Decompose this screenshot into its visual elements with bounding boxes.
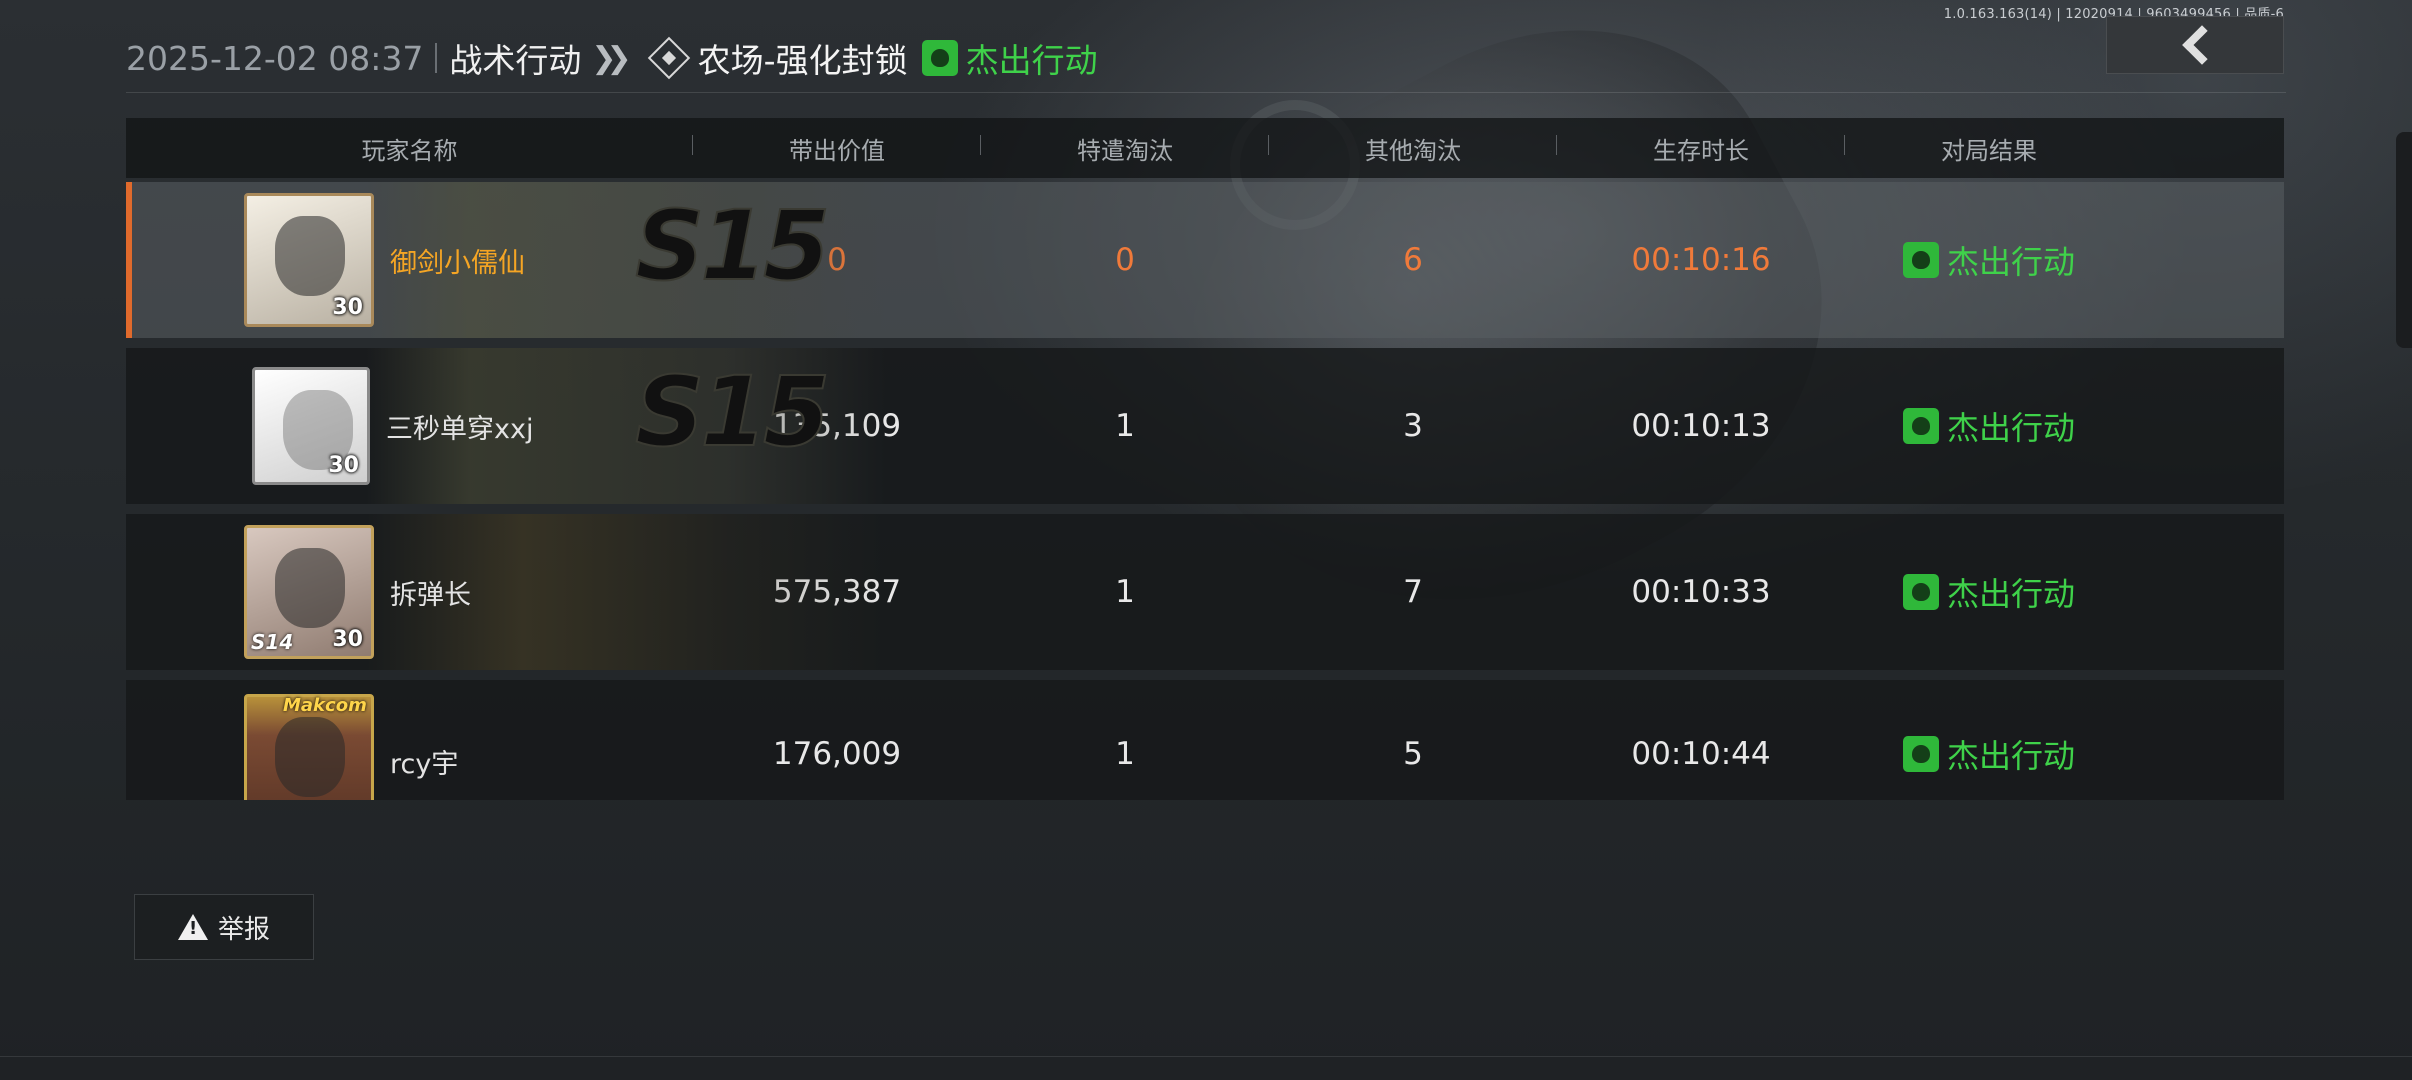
- match-result: 杰出行动: [965, 41, 1098, 80]
- player-cell: Makcom rcy宇: [126, 680, 693, 800]
- other-kills: 6: [1403, 242, 1423, 278]
- chevron-left-icon: [2182, 25, 2222, 65]
- extracted-value: 176,009: [772, 736, 902, 772]
- avatar-badge-text: Makcom: [283, 695, 367, 716]
- scoreboard-table: 玩家名称 带出价值 特遣淘汰 其他淘汰 生存时长 对局结果 S15 30 御剑小…: [126, 118, 2284, 800]
- match-datetime: 2025-12-02 08:37: [126, 38, 424, 78]
- player-name: 拆弹长: [390, 579, 471, 611]
- table-row[interactable]: S14 30 拆弹长 575,387 1 7 00:10:33 杰出行动: [126, 514, 2284, 670]
- back-button[interactable]: [2106, 16, 2284, 74]
- player-cell: S15 30 三秒单穿xxj: [126, 348, 886, 504]
- column-header-value: 带出价值: [693, 131, 981, 166]
- avatar[interactable]: 30: [244, 193, 374, 327]
- survival-time: 00:10:44: [1631, 736, 1771, 772]
- match-header: 2025-12-02 08:37 战术行动 ❯❯ 农场-强化封锁 杰出行动: [126, 32, 1098, 84]
- match-result-cell: 杰出行动: [1845, 569, 2133, 615]
- report-button[interactable]: 举报: [134, 894, 314, 960]
- flame-icon: [921, 40, 958, 76]
- survival-time: 00:10:33: [1631, 574, 1771, 610]
- other-kills: 7: [1403, 574, 1423, 610]
- player-result: 杰出行动: [1946, 409, 2075, 447]
- survival-time: 00:10:16: [1631, 242, 1771, 278]
- survival-time: 00:10:13: [1631, 408, 1771, 444]
- match-result-cell: 杰出行动: [1845, 731, 2133, 777]
- header-divider: [435, 43, 438, 73]
- player-result: 杰出行动: [1946, 737, 2075, 775]
- player-cell: S15 30 御剑小儒仙: [126, 182, 886, 338]
- player-level: 30: [332, 627, 363, 652]
- table-row[interactable]: S15 30 御剑小儒仙 0 0 6 00:10:16 杰出行动: [126, 182, 2284, 338]
- avatar[interactable]: S14 30: [244, 525, 374, 659]
- other-kills: 3: [1403, 408, 1423, 444]
- table-header: 玩家名称 带出价值 特遣淘汰 其他淘汰 生存时长 对局结果: [126, 118, 2284, 178]
- match-map: 农场-强化封锁: [697, 41, 908, 80]
- match-result-cell: 杰出行动: [1845, 237, 2133, 283]
- match-mode: 战术行动: [449, 41, 582, 80]
- player-cell: S14 30 拆弹长: [126, 514, 886, 670]
- player-name: 御剑小儒仙: [390, 247, 525, 279]
- avatar[interactable]: Makcom: [244, 694, 374, 800]
- side-panel-handle[interactable]: [2396, 132, 2412, 348]
- column-header-special-kills: 特遣淘汰: [981, 131, 1269, 166]
- report-label: 举报: [217, 914, 270, 945]
- match-result-cell: 杰出行动: [1845, 403, 2133, 449]
- player-level: 30: [332, 295, 363, 320]
- special-kills: 0: [1115, 242, 1135, 278]
- special-kills: 1: [1115, 408, 1135, 444]
- avatar[interactable]: 30: [252, 367, 370, 485]
- flame-icon: [1902, 408, 1939, 444]
- warning-icon: [177, 914, 208, 940]
- extracted-value: 575,387: [772, 574, 902, 610]
- column-header-survival: 生存时长: [1557, 131, 1845, 166]
- player-name: rcy宇: [390, 749, 459, 780]
- extracted-value: 0: [827, 242, 847, 278]
- player-result: 杰出行动: [1946, 575, 2075, 613]
- flame-icon: [1902, 242, 1939, 278]
- header-divider-line: [126, 92, 2286, 93]
- special-kills: 1: [1115, 574, 1135, 610]
- bottom-divider: [0, 1056, 2412, 1057]
- column-header-result: 对局结果: [1941, 136, 2037, 165]
- player-level: 30: [328, 453, 359, 478]
- table-row[interactable]: S15 30 三秒单穿xxj 135,109 1 3 00:10:13 杰出行动: [126, 348, 2284, 504]
- flame-icon: [1902, 574, 1939, 610]
- table-row[interactable]: Makcom rcy宇 176,009 1 5 00:10:44 杰出行动: [126, 680, 2284, 800]
- flame-icon: [1902, 736, 1939, 772]
- column-header-other-kills: 其他淘汰: [1269, 131, 1557, 166]
- special-kills: 1: [1115, 736, 1135, 772]
- season-tag: S14: [251, 630, 294, 654]
- player-name: 三秒单穿xxj: [386, 413, 534, 445]
- extracted-value: 135,109: [772, 408, 902, 444]
- player-result: 杰出行动: [1946, 243, 2075, 281]
- other-kills: 5: [1403, 736, 1423, 772]
- diamond-target-icon: [647, 36, 690, 80]
- column-header-player: 玩家名称: [126, 131, 693, 166]
- double-chevron-icon: ❯❯: [591, 40, 631, 76]
